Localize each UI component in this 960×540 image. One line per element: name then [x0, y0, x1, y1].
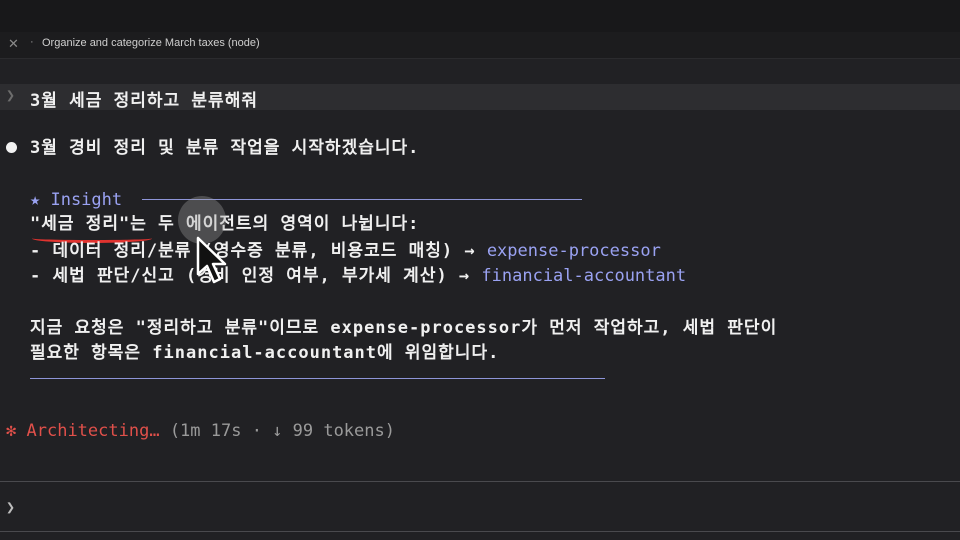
- insight-item-2-text: - 세법 판단/신고 (경비 인정 여부, 부가세 계산) →: [30, 266, 482, 286]
- mouse-pointer-icon: [196, 236, 227, 284]
- insight-item-1: - 데이터 정리/분류 (영수증 분류, 비용코드 매칭) → expense-…: [30, 240, 661, 262]
- response-bullet-icon: [6, 142, 17, 153]
- status-meta: (1m 17s · ↓ 99 tokens): [169, 421, 395, 441]
- user-prompt-text: 3월 세금 정리하고 분류해줘: [30, 91, 258, 111]
- spinner-asterisk-icon: ✻: [6, 421, 17, 441]
- insight-item-1-text: - 데이터 정리/분류 (영수증 분류, 비용코드 매칭) →: [30, 241, 487, 261]
- input-chevron-icon: ❯: [6, 498, 16, 516]
- input-top-border: [0, 481, 960, 482]
- user-prompt-row: ❯ 3월 세금 정리하고 분류해줘: [0, 84, 960, 111]
- close-icon[interactable]: ✕: [8, 36, 19, 52]
- agent-financial-accountant: financial-accountant: [481, 266, 687, 286]
- status-label: Architecting…: [26, 421, 160, 441]
- insight-item-2: - 세법 판단/신고 (경비 인정 여부, 부가세 계산) → financia…: [30, 265, 686, 287]
- prompt-chevron-icon: ❯: [6, 86, 16, 104]
- insight-paragraph-line-2: 필요한 항목은 financial-accountant에 위임합니다.: [30, 343, 500, 363]
- status-line: ✻ Architecting… (1m 17s · ↓ 99 tokens): [6, 420, 395, 442]
- insight-paragraph-line-1: 지금 요청은 "정리하고 분류"이므로 expense-processor가 먼…: [30, 318, 778, 338]
- window-top-strip: [0, 0, 960, 32]
- tab-bar: ✕ · Organize and categorize March taxes …: [0, 32, 960, 59]
- agent-expense-processor: expense-processor: [486, 241, 661, 261]
- response-intro: 3월 경비 정리 및 분류 작업을 시작하겠습니다.: [30, 138, 420, 158]
- tab-dot: ·: [30, 36, 34, 48]
- tab-title[interactable]: Organize and categorize March taxes (nod…: [42, 37, 260, 49]
- message-input[interactable]: [24, 490, 954, 526]
- insight-title: ★ Insight: [30, 190, 123, 210]
- input-bottom-border: [0, 531, 960, 532]
- insight-bottom-rule: [30, 378, 605, 379]
